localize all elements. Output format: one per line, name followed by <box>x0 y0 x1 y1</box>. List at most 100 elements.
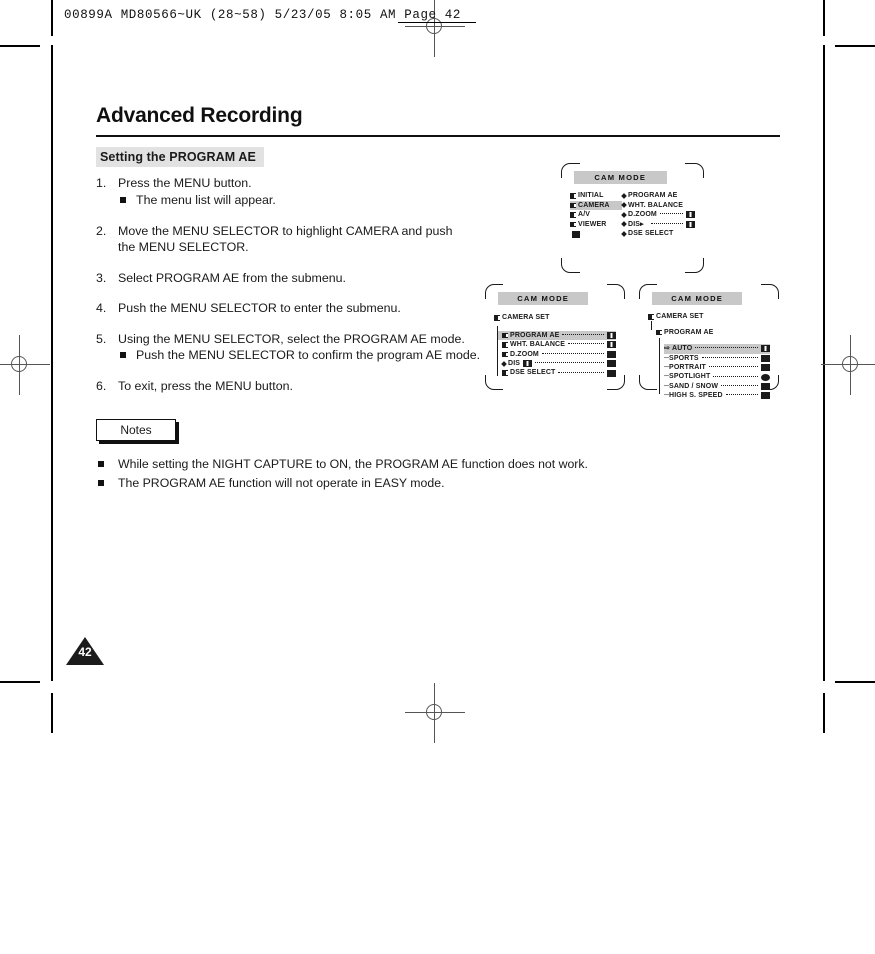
diamond-bullet-icon <box>621 202 627 209</box>
notes-label: Notes <box>96 418 176 441</box>
trim-edge-left <box>51 45 53 681</box>
square-bullet-icon <box>98 479 104 486</box>
folder-icon <box>502 370 508 376</box>
leader-dots <box>568 343 604 345</box>
step-1: 1. Press the MENU button. The menu list … <box>96 175 496 209</box>
section-heading: Setting the PROGRAM AE <box>96 147 264 167</box>
option-portrait: ─ PORTRAIT <box>664 363 770 372</box>
note-item: While setting the NIGHT CAPTURE to ON, t… <box>96 455 786 474</box>
leader-dots <box>558 371 604 373</box>
breadcrumb-camera-set: CAMERA SET <box>648 312 770 321</box>
option-sand-snow: ─ SAND / SNOW <box>664 382 770 391</box>
option-icon-sand-snow <box>761 383 770 391</box>
title-divider <box>96 135 780 137</box>
crop-mark-bottom-left-horizontal <box>0 681 40 683</box>
lcd-menu: CAMERA SET PROGRAM AE ⇨ AUTO ─ SPORTS ─ … <box>648 312 770 400</box>
folder-icon <box>570 202 576 209</box>
step-text: Move the MENU SELECTOR to highlight CAME… <box>118 223 453 255</box>
step-text: Push the MENU SELECTOR to enter the subm… <box>118 301 401 315</box>
option-sports: ─ SPORTS <box>664 354 770 363</box>
lcd-menu-column-left: INITIAL CAMERA A/V VIEWER <box>570 191 622 238</box>
submenu-item-d-zoom: D.ZOOM <box>498 350 616 359</box>
notes-section: Notes While setting the NIGHT CAPTURE to… <box>96 418 786 493</box>
lcd-illustration-main-menu: CAM MODE INITIAL CAMERA A/V VIEWER PROGR… <box>559 161 706 275</box>
crop-mark-top-left-horizontal <box>0 45 40 47</box>
step-number: 6. <box>96 379 107 393</box>
menu-item-camera: CAMERA <box>570 200 622 211</box>
step-3: 3. Select PROGRAM AE from the submenu. <box>96 270 496 287</box>
lcd-menu: CAMERA SET PROGRAM AE WHT. BALANCE D.ZOO… <box>494 313 616 377</box>
submenu-item-dse-select: DSE SELECT <box>621 229 695 238</box>
submenu-item-label: DIS <box>628 220 641 228</box>
page-title: Advanced Recording <box>96 104 303 127</box>
dis-state-icon <box>523 360 533 368</box>
note-text: While setting the NIGHT CAPTURE to ON, t… <box>118 456 588 471</box>
square-bullet-icon <box>98 460 104 467</box>
step-number: 3. <box>96 270 107 285</box>
breadcrumb-label: CAMERA SET <box>502 314 550 322</box>
value-swatch-icon <box>607 341 616 349</box>
registration-mark-left <box>0 335 50 395</box>
trim-edge-right <box>823 45 825 681</box>
submenu-item-label: D.ZOOM <box>628 211 657 219</box>
leader-dots <box>651 222 683 224</box>
lcd-screen: CAM MODE CAMERA SET PROGRAM AE WHT. BALA… <box>485 284 625 390</box>
leader-dots <box>695 347 758 349</box>
leader-dots <box>721 385 758 387</box>
submenu-item-label: WHT. BALANCE <box>510 341 566 349</box>
submenu-item-program-ae: PROGRAM AE <box>621 191 695 200</box>
option-icon-auto <box>761 345 770 353</box>
crop-mark-top-left-vertical <box>51 0 53 36</box>
lcd-illustration-camera-set: CAM MODE CAMERA SET PROGRAM AE WHT. BALA… <box>483 282 627 392</box>
registration-mark-bottom <box>405 683 465 743</box>
option-label: SPORTS <box>669 354 699 362</box>
print-slug: 00899A MD80566~UK (28~58) 5/23/05 8:05 A… <box>64 8 461 22</box>
value-swatch-icon <box>607 331 616 339</box>
step-4: 4. Push the MENU SELECTOR to enter the s… <box>96 300 496 317</box>
breadcrumb-program-ae: PROGRAM AE <box>656 328 770 337</box>
submenu-item-label: D.ZOOM <box>510 350 539 358</box>
diamond-bullet-icon <box>621 230 627 237</box>
lcd-titlebar: CAM MODE <box>574 171 667 185</box>
step-text: To exit, press the MENU button. <box>118 379 293 393</box>
option-icon-high-s-speed <box>761 392 770 400</box>
step-substeps: The menu list will appear. <box>118 192 496 209</box>
step-number: 2. <box>96 223 107 238</box>
note-text: The PROGRAM AE function will not operate… <box>118 475 445 490</box>
leader-dots <box>541 352 604 354</box>
menu-item-av: A/V <box>570 210 622 219</box>
note-item: The PROGRAM AE function will not operate… <box>96 474 786 493</box>
option-high-s-speed: ─ HIGH S. SPEED <box>664 391 770 400</box>
submenu-item-dis: DIS <box>498 359 616 368</box>
submenu-item-label: PROGRAM AE <box>510 331 560 339</box>
breadcrumb-label: CAMERA SET <box>656 313 704 321</box>
lcd-menu: INITIAL CAMERA A/V VIEWER PROGRAM AE WHT… <box>570 191 695 238</box>
lcd-titlebar: CAM MODE <box>498 292 589 306</box>
value-swatch-icon <box>607 369 616 377</box>
leader-dots <box>713 375 758 377</box>
leader-dots <box>708 366 758 368</box>
option-label: PORTRAIT <box>669 364 706 371</box>
submenu-item-label: DIS <box>508 360 521 367</box>
option-label: SPOTLIGHT <box>669 373 711 381</box>
diamond-bullet-icon <box>621 212 627 218</box>
menu-item-label: CAMERA <box>578 201 610 209</box>
diamond-bullet-icon <box>501 360 507 367</box>
folder-icon <box>502 351 508 358</box>
value-swatch-icon <box>686 220 695 228</box>
menu-item-label: A/V <box>578 211 591 219</box>
square-bullet-icon <box>120 196 126 203</box>
crop-mark-bottom-right-horizontal <box>835 681 875 683</box>
diamond-bullet-icon <box>621 221 627 228</box>
submenu-item-label: WHT. BALANCE <box>628 201 684 209</box>
lcd-screen: CAM MODE INITIAL CAMERA A/V VIEWER PROGR… <box>561 163 704 273</box>
substep-text: Push the MENU SELECTOR to confirm the pr… <box>136 348 481 362</box>
step-text: Press the MENU button. <box>118 176 252 190</box>
leader-dots <box>725 394 758 396</box>
menu-item-viewer: VIEWER <box>570 220 622 229</box>
breadcrumb-program-ae-wrap: PROGRAM AE <box>648 320 770 337</box>
pointer-arrow-icon: ▸ <box>640 220 644 228</box>
submenu-item-program-ae: PROGRAM AE <box>498 330 616 341</box>
folder-icon <box>570 193 576 199</box>
option-spotlight: ─ SPOTLIGHT <box>664 372 770 381</box>
